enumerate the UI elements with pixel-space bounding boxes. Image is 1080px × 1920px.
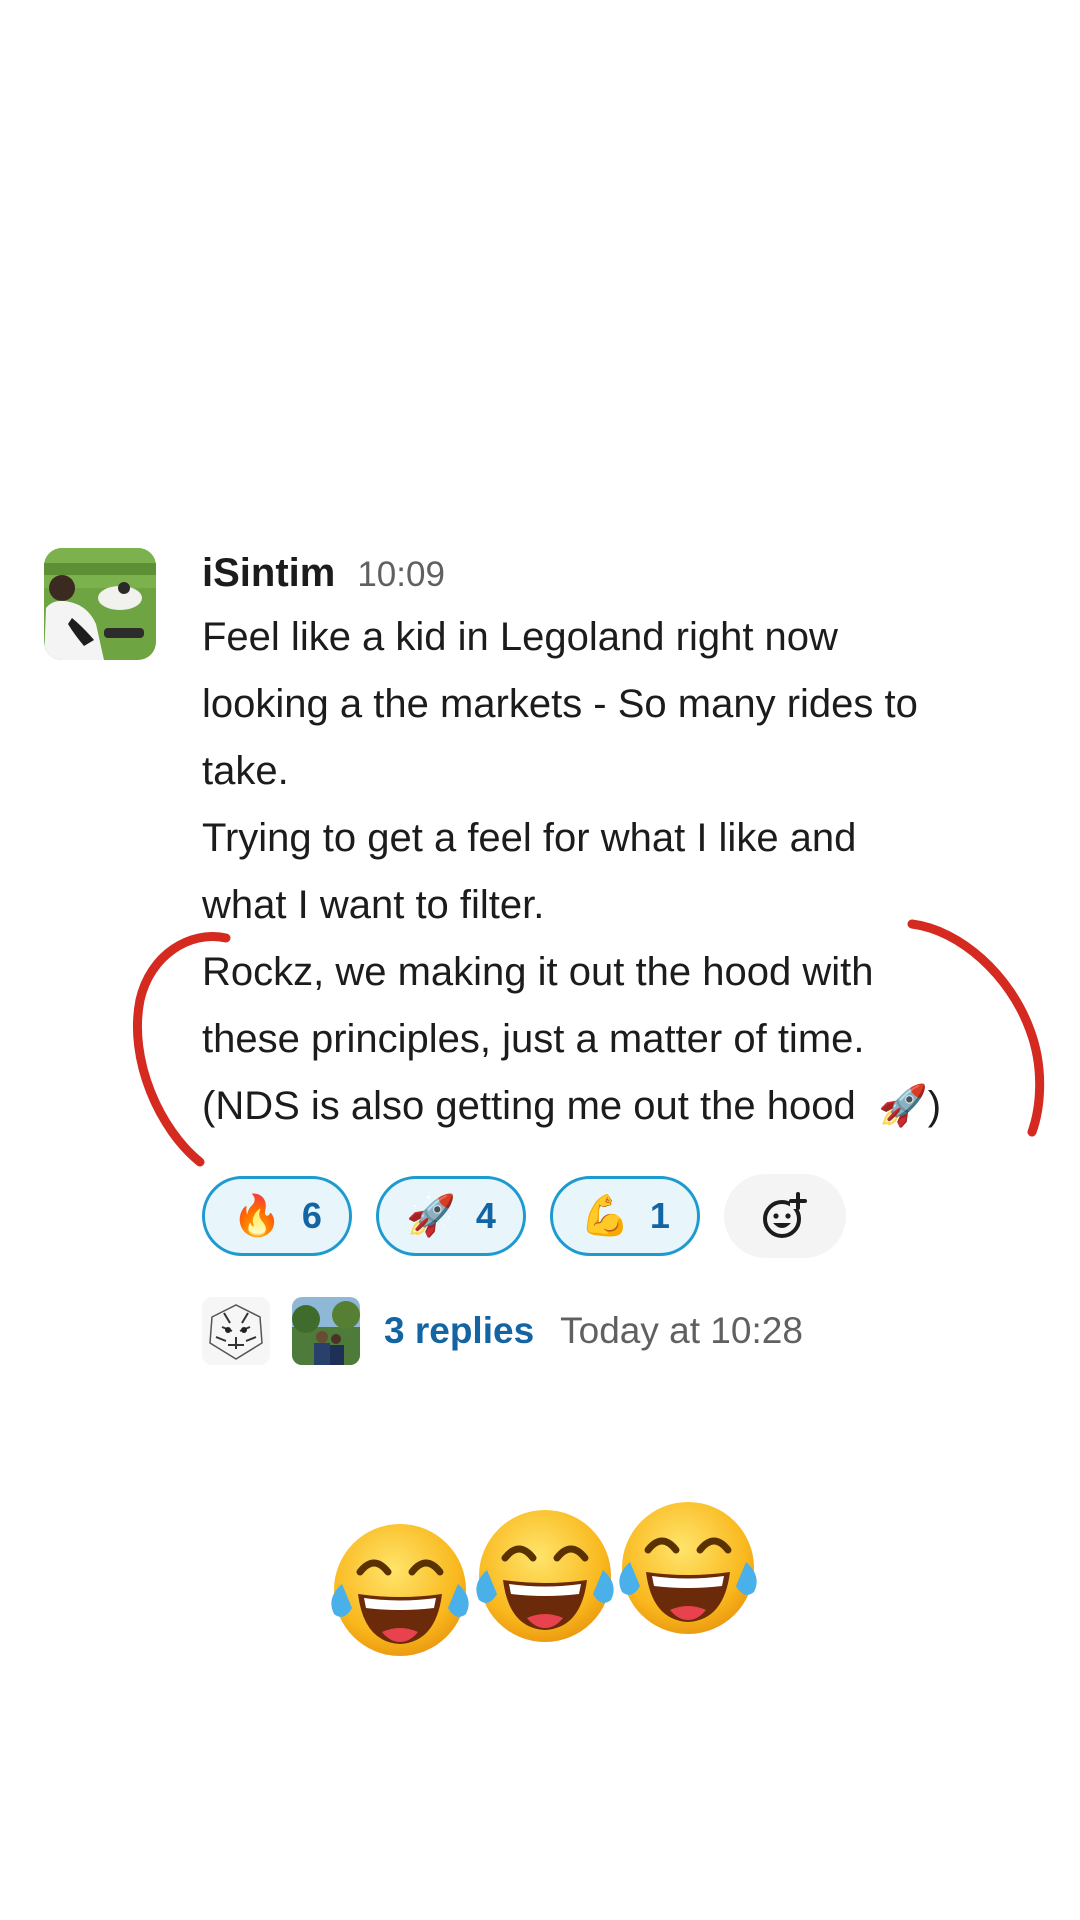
thread-replies-link[interactable]: 3 replies (384, 1310, 534, 1352)
message-line: looking a the markets - So many rides to (202, 682, 918, 726)
reaction-count: 1 (649, 1195, 670, 1236)
username[interactable]: iSintim (202, 548, 335, 598)
message-header: iSintim 10:09 (202, 548, 1042, 598)
message-line: these principles, just a matter of time. (202, 1017, 865, 1061)
message-line: Feel like a kid in Legoland right now (202, 615, 838, 659)
message-line: Rockz, we making it out the hood with (202, 950, 874, 994)
reaction-count: 6 (301, 1195, 322, 1236)
add-reaction-button[interactable] (724, 1174, 846, 1258)
user-avatar[interactable] (44, 548, 156, 660)
message-line: Trying to get a feel for what I like and (202, 816, 857, 860)
thread-summary[interactable]: 3 replies Today at 10:28 (202, 1296, 803, 1366)
face-with-tears-of-joy-icon (619, 1502, 757, 1634)
message-line-last: (NDS is also getting me out the hood 🚀) (202, 1073, 1042, 1140)
message-content: iSintim 10:09 Feel like a kid in Legolan… (202, 548, 1042, 1365)
reaction-count: 4 (475, 1195, 496, 1236)
reaction-fire[interactable]: 🔥 6 (202, 1176, 352, 1256)
rocket-icon: 🚀 (877, 1084, 928, 1128)
message-timestamp[interactable]: 10:09 (357, 550, 445, 600)
reply-avatar-photo (292, 1297, 360, 1365)
reply-avatar-tiger (202, 1297, 270, 1365)
closing-paren: ) (927, 1084, 942, 1128)
rocket-icon: 🚀 (406, 1194, 456, 1238)
reactions-bar: 🔥 6 🚀 4 💪 1 (202, 1174, 846, 1258)
add-emoji-icon (763, 1192, 807, 1238)
face-with-tears-of-joy-icon (331, 1524, 469, 1656)
message-line: what I want to filter. (202, 883, 545, 927)
message-body: Feel like a kid in Legoland right now lo… (202, 604, 1042, 1140)
reaction-rocket[interactable]: 🚀 4 (376, 1176, 526, 1256)
laugh-emoji-row (331, 1502, 757, 1656)
face-with-tears-of-joy-icon (476, 1510, 614, 1642)
thread-last-reply-time: Today at 10:28 (560, 1310, 803, 1351)
flexed-biceps-icon: 💪 (580, 1194, 630, 1238)
reaction-muscle[interactable]: 💪 1 (550, 1176, 700, 1256)
message-line-text: (NDS is also getting me out the hood (202, 1084, 856, 1128)
message-line: take. (202, 749, 289, 793)
fire-icon: 🔥 (232, 1194, 282, 1238)
